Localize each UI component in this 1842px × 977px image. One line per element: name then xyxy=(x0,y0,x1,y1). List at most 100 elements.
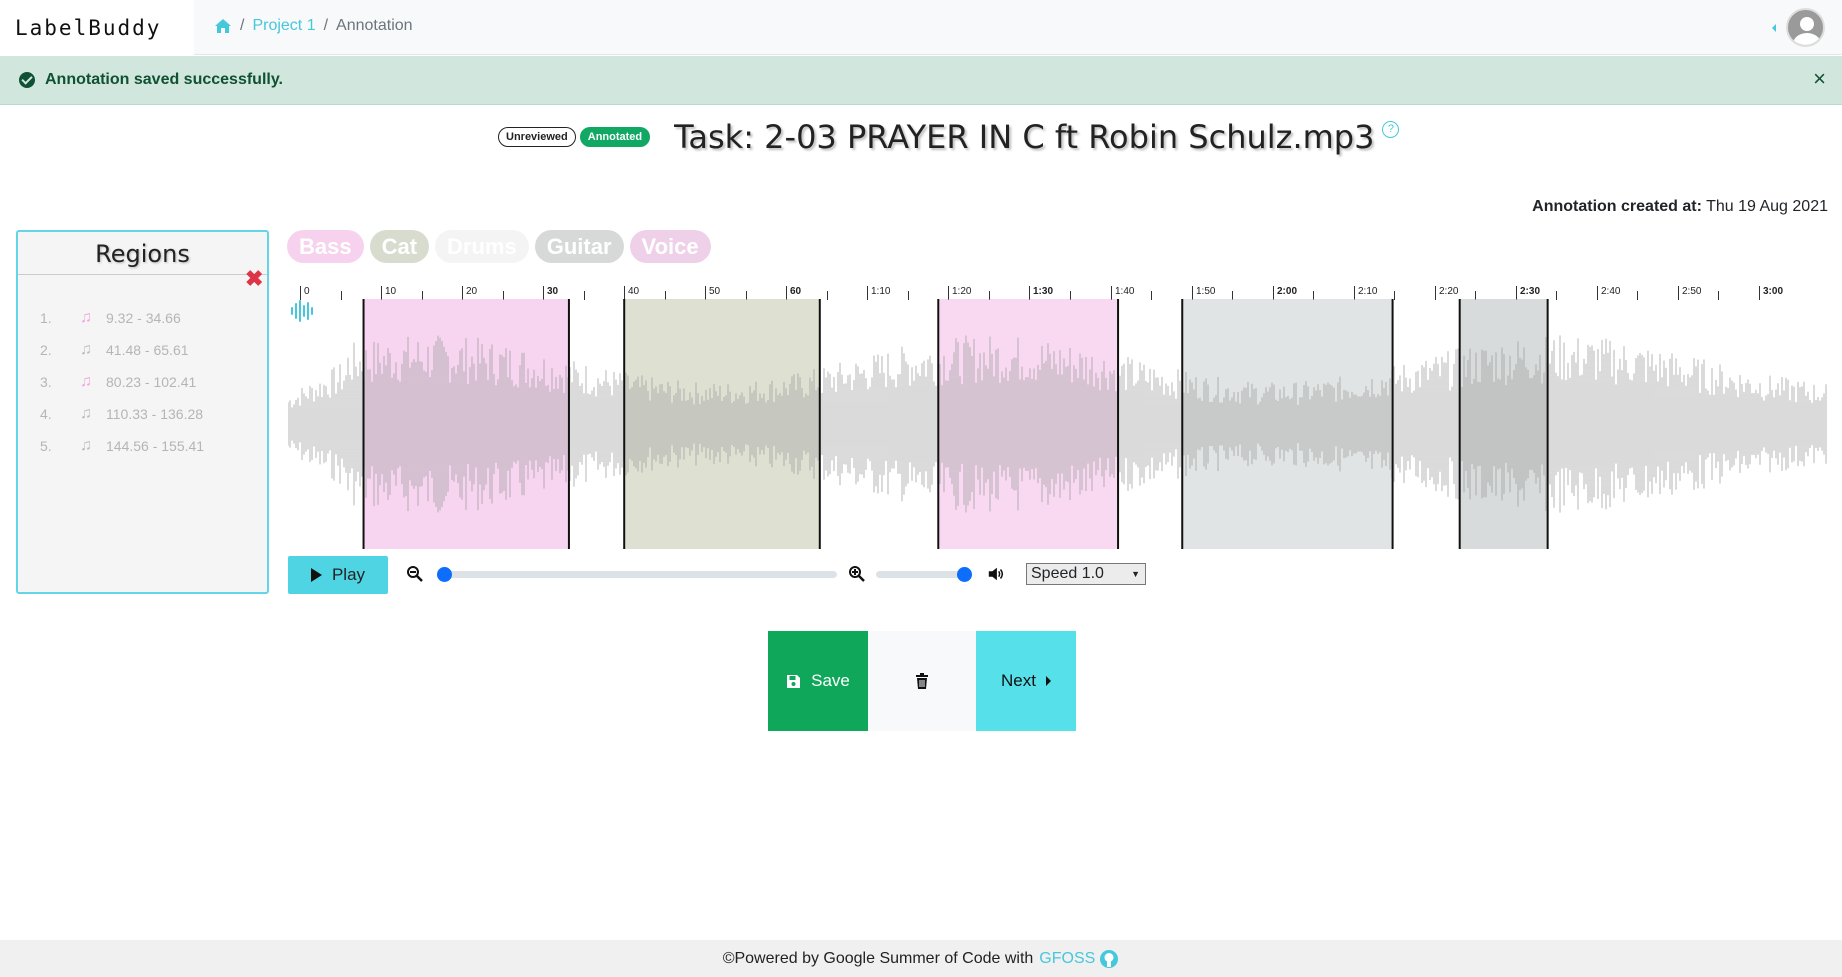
tag-drums[interactable]: Drums xyxy=(435,230,529,263)
volume-icon[interactable] xyxy=(987,565,1005,583)
zoom-in-icon[interactable] xyxy=(848,565,866,583)
save-label: Save xyxy=(811,671,850,690)
speed-value: Speed 1.0 xyxy=(1031,565,1104,582)
timeline-label: 2:10 xyxy=(1358,286,1378,297)
avatar[interactable] xyxy=(1786,8,1825,47)
region-list-item[interactable]: 5. ♫ 144.56 - 155.41 xyxy=(40,430,204,462)
waveform[interactable] xyxy=(288,299,1828,549)
divider xyxy=(18,274,267,275)
region-list: 1. ♫ 9.32 - 34.66 2. ♫ 41.48 - 65.61 3. ♫ … xyxy=(40,302,204,462)
timeline-tick xyxy=(1192,286,1193,300)
logo[interactable]: Label Buddy xyxy=(0,0,313,322)
task-header: Unreviewed Annotated Task: 2-03 PRAYER I… xyxy=(498,118,1400,156)
play-button[interactable]: Play xyxy=(288,556,388,594)
timeline-tick xyxy=(543,286,544,300)
region-range: 9.32 - 34.66 xyxy=(106,310,181,326)
check-circle-icon xyxy=(19,72,35,88)
region-number: 5. xyxy=(40,438,52,454)
save-icon xyxy=(787,674,801,688)
tag-voice[interactable]: Voice xyxy=(629,230,711,263)
logo-text-right: Buddy xyxy=(88,15,162,40)
music-note-icon: ♫ xyxy=(80,437,92,454)
zoom-out-icon[interactable] xyxy=(406,565,424,583)
timeline-label: 40 xyxy=(628,286,640,297)
timeline-ruler: 0 10 20 30 40 50 60 1:10 1:20 1:30 1:40 1:50 2:00 2:1… xyxy=(288,278,1828,300)
delete-button[interactable] xyxy=(868,631,976,731)
volume-slider[interactable] xyxy=(876,567,972,582)
region-list-item[interactable]: 4. ♫ 110.33 - 136.28 xyxy=(40,398,204,430)
breadcrumb-project-link[interactable]: Project 1 xyxy=(252,17,315,35)
zoom-slider-knob[interactable] xyxy=(437,567,452,582)
region-list-item[interactable]: 1. ♫ 9.32 - 34.66 xyxy=(40,302,204,334)
created-value: Thu 19 Aug 2021 xyxy=(1706,198,1828,215)
timeline-label: 50 xyxy=(709,286,721,297)
play-icon xyxy=(310,568,322,582)
dropdown-arrow-icon: ▼ xyxy=(1131,569,1140,579)
timeline-label: 0 xyxy=(304,286,310,297)
regions-title: Regions xyxy=(95,240,190,268)
status-badge-annotated: Annotated xyxy=(579,127,651,147)
timeline-label: 2:30 xyxy=(1520,286,1541,297)
region-number: 2. xyxy=(40,342,52,358)
timeline-label: 1:10 xyxy=(871,286,891,297)
github-icon[interactable] xyxy=(1099,949,1119,969)
timeline-label: 60 xyxy=(790,286,802,297)
timeline-label: 1:50 xyxy=(1196,286,1216,297)
tag-cat[interactable]: Cat xyxy=(369,230,430,263)
timeline-label: 2:40 xyxy=(1601,286,1621,297)
timeline-tick xyxy=(462,286,463,300)
label-tags: Bass Cat Drums Guitar Voice xyxy=(287,230,711,263)
region-range: 80.23 - 102.41 xyxy=(106,374,197,390)
timeline-tick xyxy=(381,286,382,300)
timeline-label: 3:00 xyxy=(1763,286,1784,297)
timeline-tick xyxy=(1273,286,1274,300)
timeline-tick xyxy=(1111,286,1112,300)
caret-right-icon xyxy=(1045,676,1051,686)
tag-bass[interactable]: Bass xyxy=(287,230,364,263)
region-number: 4. xyxy=(40,406,52,422)
music-note-icon: ♫ xyxy=(80,405,92,422)
timeline-label: 1:20 xyxy=(952,286,972,297)
timeline-tick xyxy=(948,286,949,300)
save-button[interactable]: Save xyxy=(768,631,868,731)
help-icon[interactable]: ? xyxy=(1382,120,1400,138)
region-list-item[interactable]: 3. ♫ 80.23 - 102.41 xyxy=(40,366,204,398)
next-button[interactable]: Next xyxy=(976,631,1076,731)
home-icon[interactable] xyxy=(214,18,232,34)
timeline-tick xyxy=(1597,286,1598,300)
speed-select[interactable]: Speed 1.0 ▼ xyxy=(1026,563,1146,585)
timeline-label: 1:40 xyxy=(1115,286,1135,297)
play-label: Play xyxy=(331,565,366,584)
timeline-tick xyxy=(300,286,301,300)
timeline-tick xyxy=(786,286,787,300)
regions-panel: Regions ✖ 1. ♫ 9.32 - 34.66 2. ♫ 41.48 - … xyxy=(16,230,269,594)
region-range: 110.33 - 136.28 xyxy=(106,406,204,422)
timeline-tick xyxy=(1435,286,1436,300)
user-menu[interactable] xyxy=(1772,8,1825,47)
zoom-slider[interactable] xyxy=(437,567,837,582)
timeline-label: 2:00 xyxy=(1277,286,1298,297)
region-range: 144.56 - 155.41 xyxy=(106,438,205,454)
close-alert-button[interactable]: × xyxy=(1813,68,1826,90)
timeline-tick xyxy=(705,286,706,300)
next-label: Next xyxy=(1001,671,1036,690)
trash-icon xyxy=(916,673,928,689)
region-list-item[interactable]: 2. ♫ 41.48 - 65.61 xyxy=(40,334,204,366)
music-note-icon: ♫ xyxy=(80,309,92,326)
navbar: Label Buddy / Project 1 / Annotation xyxy=(0,0,1842,322)
clear-regions-icon[interactable]: ✖ xyxy=(245,268,263,290)
logo-text-left: Label xyxy=(15,15,89,40)
footer: ©Powered by Google Summer of Code with G… xyxy=(0,940,1842,977)
timeline-tick xyxy=(1029,286,1030,300)
music-note-icon: ♫ xyxy=(80,373,92,390)
timeline-tick xyxy=(1759,286,1760,300)
caret-left-icon xyxy=(1772,23,1776,32)
region-range: 41.48 - 65.61 xyxy=(106,342,189,358)
page-title: Task: 2-03 PRAYER IN C ft Robin Schulz.m… xyxy=(674,118,1375,156)
timeline-label: 1:30 xyxy=(1033,286,1054,297)
created-label: Annotation created at: xyxy=(1532,198,1702,215)
breadcrumb-current: Annotation xyxy=(336,17,413,34)
volume-slider-knob[interactable] xyxy=(957,567,972,582)
tag-guitar[interactable]: Guitar xyxy=(534,230,624,263)
gfoss-link[interactable]: GFOSS xyxy=(1039,950,1095,968)
